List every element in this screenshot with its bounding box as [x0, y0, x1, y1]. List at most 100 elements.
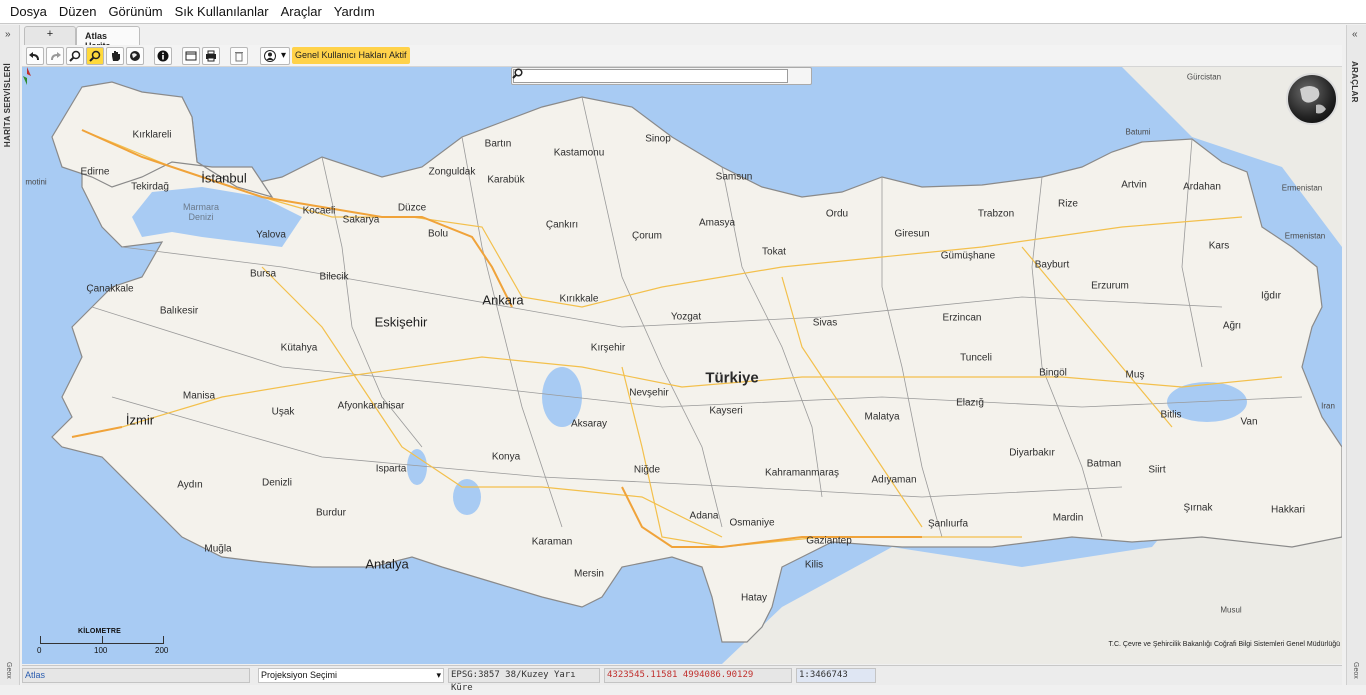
city-label-istanbul: İstanbul	[201, 170, 247, 186]
overview-globe-button[interactable]	[1286, 73, 1338, 125]
city-label: Van	[1240, 416, 1258, 428]
city-label: Denizli	[261, 477, 293, 489]
projection-select[interactable]: Projeksiyon Seçimi ▾	[258, 668, 444, 683]
city-label: Batman	[1086, 458, 1122, 470]
city-label: Karabük	[487, 174, 525, 186]
search-bar	[511, 67, 812, 85]
city-label-ankara: Ankara	[482, 292, 524, 308]
new-tab-button[interactable]: +	[24, 26, 76, 45]
status-scale[interactable]: 1:3466743	[796, 668, 876, 683]
country-label-georgia: Gürcistan	[1186, 72, 1222, 82]
tab-strip: + Atlas Harita	[24, 26, 140, 51]
window-icon	[185, 51, 197, 60]
city-label-komotini: motini	[25, 177, 47, 187]
print-button[interactable]	[202, 46, 220, 65]
tab-atlas-harita[interactable]: Atlas Harita	[76, 26, 140, 51]
city-label: Balıkesir	[159, 305, 199, 317]
country-label-turkiye: Türkiye	[705, 369, 759, 387]
info-icon	[157, 50, 169, 61]
search-button[interactable]	[512, 68, 807, 83]
city-label: Mersin	[573, 568, 605, 580]
city-label: Yozgat	[670, 311, 702, 323]
city-label: Konya	[491, 451, 521, 463]
scale-tick	[163, 636, 164, 644]
city-label: Trabzon	[977, 208, 1015, 220]
menu-favorites[interactable]: Sık Kullanılanlar	[169, 0, 275, 24]
scale-tick-label: 0	[37, 646, 42, 655]
city-label-antalya: Antalya	[365, 556, 409, 572]
expand-chevron-icon[interactable]: «	[1352, 29, 1358, 40]
redo-button[interactable]	[46, 46, 64, 65]
city-label: Kırklareli	[132, 129, 172, 141]
map-graphics	[51, 67, 1342, 664]
scale-tick-label: 100	[94, 646, 108, 655]
delete-icon	[235, 51, 243, 61]
city-label: Rize	[1057, 198, 1079, 210]
zoom-in-button[interactable]	[66, 46, 84, 65]
city-label: Aksaray	[570, 418, 608, 430]
tools-panel[interactable]: « ARAÇLAR Geox	[1346, 25, 1366, 685]
city-label: Niğde	[633, 464, 661, 476]
map-canvas[interactable]: İstanbul Ankara İzmir Eskişehir Antalya …	[22, 67, 1342, 664]
scale-tick	[102, 636, 103, 644]
city-label: Malatya	[864, 411, 900, 423]
search-input[interactable]	[513, 69, 788, 83]
city-label: Gaziantep	[806, 535, 852, 547]
menu-tools[interactable]: Araçlar	[275, 0, 328, 24]
city-label: Kastamonu	[553, 147, 605, 159]
menu-file[interactable]: Dosya	[4, 0, 53, 24]
geox-label: Geox	[5, 662, 12, 679]
zoom-out-button[interactable]	[86, 46, 104, 65]
status-bar: Atlas Projeksiyon Seçimi ▾ EPSG:3857 38/…	[22, 665, 1342, 693]
city-label: Mardin	[1052, 512, 1084, 524]
info-button[interactable]	[154, 46, 172, 65]
city-label: Bartın	[484, 138, 512, 150]
city-label: Sinop	[645, 133, 671, 145]
scale-tick	[40, 636, 41, 644]
city-label: Adana	[689, 510, 719, 522]
city-label: Düzce	[397, 202, 427, 214]
city-label: Ardahan	[1183, 181, 1221, 193]
city-label: Ordu	[825, 208, 849, 220]
city-label: Hakkari	[1271, 504, 1305, 516]
map-toolbar: ▾ Genel Kullanıcı Hakları Aktif	[22, 45, 1342, 67]
user-dropdown[interactable]: ▾	[260, 46, 290, 65]
status-epsg: EPSG:3857 38/Kuzey Yarı Küre	[448, 668, 600, 693]
city-label: Kars	[1208, 240, 1230, 252]
expand-chevron-icon[interactable]: »	[5, 29, 11, 40]
undo-button[interactable]	[26, 46, 44, 65]
menu-help[interactable]: Yardım	[328, 0, 381, 24]
city-label: Elazığ	[956, 397, 984, 409]
pan-button[interactable]	[106, 46, 124, 65]
city-label: Kayseri	[709, 405, 743, 417]
menu-edit[interactable]: Düzen	[53, 0, 103, 24]
city-label: Burdur	[315, 507, 347, 519]
city-label-mosul: Musul	[1220, 605, 1242, 615]
delete-button[interactable]	[230, 46, 248, 65]
map-credit: T.C. Çevre ve Şehircilik Bakanlığı Coğra…	[1108, 641, 1340, 648]
city-label: Tekirdağ	[131, 181, 169, 193]
city-label-batumi: Batumi	[1125, 127, 1151, 137]
full-extent-button[interactable]	[126, 46, 144, 65]
city-label: Samsun	[715, 171, 753, 183]
city-label: Adıyaman	[871, 474, 917, 486]
user-rights-badge: Genel Kullanıcı Hakları Aktif	[292, 47, 410, 64]
map-services-panel[interactable]: » HARİTA SERVİSLERİ Geox	[0, 25, 20, 685]
city-label: Edirne	[80, 166, 110, 178]
city-label: Isparta	[375, 463, 407, 475]
tools-title: ARAÇLAR	[1350, 61, 1359, 103]
city-label: Amasya	[698, 217, 736, 229]
scale-tick-label: 200	[155, 646, 169, 655]
city-label: Yalova	[256, 229, 286, 241]
city-label: Kırşehir	[590, 342, 626, 354]
city-label: Tokat	[762, 246, 786, 258]
city-label: Zonguldak	[428, 166, 476, 178]
menu-view[interactable]: Görünüm	[102, 0, 168, 24]
city-label: Bolu	[427, 228, 449, 240]
country-label-armenia: Ermenistan	[1284, 231, 1326, 241]
city-label: Aydın	[177, 479, 203, 491]
user-icon	[264, 49, 276, 62]
map-services-title: HARİTA SERVİSLERİ	[3, 63, 12, 148]
city-label: Erzurum	[1091, 280, 1129, 292]
window-button[interactable]	[182, 46, 200, 65]
